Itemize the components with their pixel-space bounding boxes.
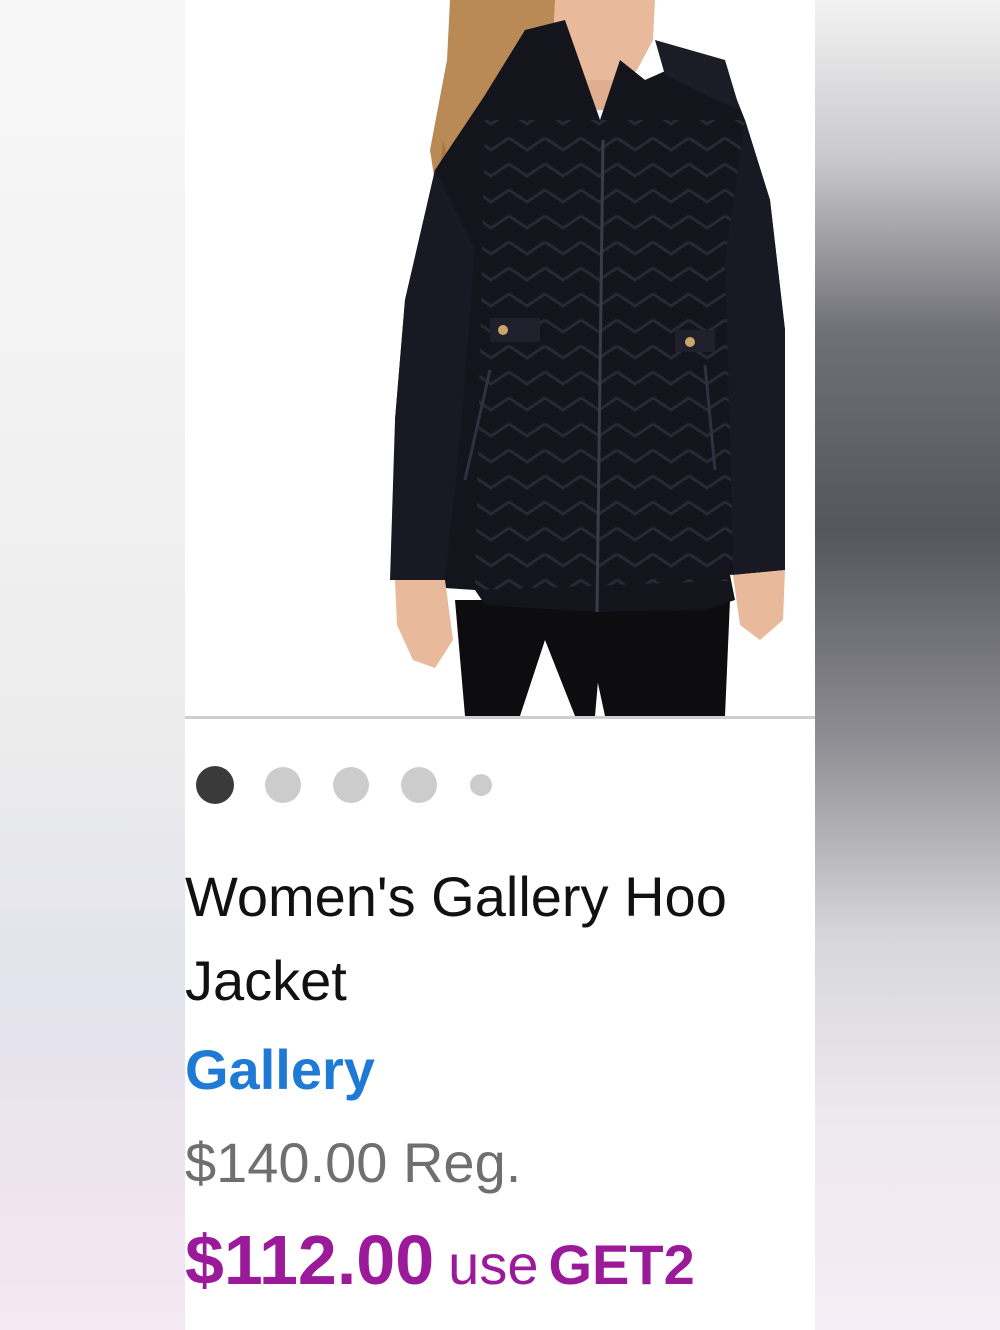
sale-price: $112.00 [185, 1221, 435, 1299]
blurred-background-right [815, 0, 1000, 1330]
product-title-line-1: Women's Gallery Hoo [185, 865, 727, 928]
carousel-dot[interactable] [265, 767, 301, 803]
carousel-dot[interactable] [196, 766, 234, 804]
regular-price: $140.00 Reg. [185, 1131, 522, 1194]
carousel-dots [185, 0, 815, 830]
carousel-dot[interactable] [333, 767, 369, 803]
carousel-dot[interactable] [470, 774, 492, 796]
product-title-line-2: Jacket [185, 949, 347, 1012]
carousel-dot[interactable] [401, 767, 437, 803]
promo-code: GET2 [548, 1233, 695, 1296]
brand-link[interactable]: Gallery [185, 1037, 375, 1102]
blurred-background-left [0, 0, 185, 1330]
sale-price-row: $112.00 use GET2 [185, 1220, 695, 1300]
promo-prefix: use [448, 1233, 539, 1296]
product-title: Women's Gallery Hoo Jacket [185, 855, 815, 1023]
product-card: Women's Gallery Hoo Jacket Gallery $140.… [185, 0, 815, 1330]
